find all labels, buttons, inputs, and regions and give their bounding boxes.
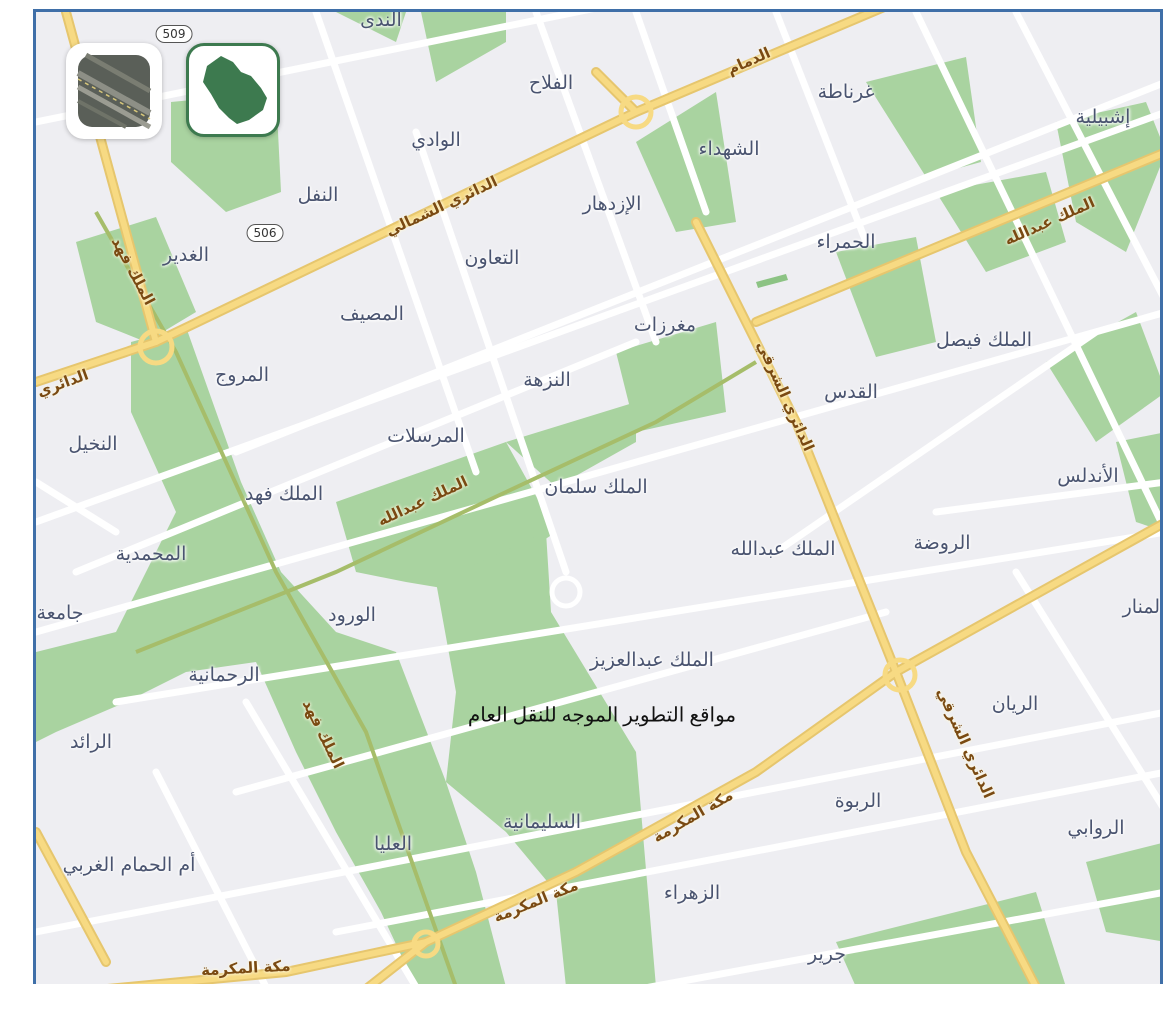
district-label: الحمراء (816, 231, 876, 253)
district-label: النزهة (523, 369, 571, 391)
district-label: جرير (808, 943, 846, 965)
district-label: المحمدية (115, 543, 187, 565)
district-label: المرسلات (387, 425, 465, 447)
district-label: الروابي (1067, 817, 1125, 839)
route-shield-509: 509 (155, 25, 193, 43)
district-label: الإزدهار (582, 193, 642, 215)
district-label: الأندلس (1057, 465, 1119, 487)
district-label: الفلاح (528, 72, 574, 94)
district-label: القدس (824, 381, 878, 403)
tod-sites-caption: مواقع التطوير الموجه للنقل العام (467, 704, 737, 727)
satellite-layer-button[interactable] (66, 43, 162, 139)
district-label: الورود (328, 604, 376, 626)
district-label: الرائد (69, 731, 113, 753)
route-shield-506: 506 (246, 224, 284, 242)
district-label: الربوة (834, 790, 882, 812)
district-label: الزهراء (663, 882, 721, 904)
satellite-imagery-icon (76, 52, 152, 130)
park-areas (36, 12, 1160, 984)
district-label: الندى (360, 9, 402, 31)
district-label: الرحمانية (188, 664, 260, 686)
district-label: جامعة (36, 602, 84, 624)
district-label: السليمانية (502, 811, 582, 833)
district-label: العليا (373, 833, 413, 855)
district-label: الوادي (411, 129, 461, 151)
district-label: المروج (215, 364, 269, 386)
district-label: الشهداء (698, 138, 760, 160)
region-layer-button[interactable] (186, 43, 280, 137)
district-label: إشبيلية (1075, 106, 1131, 128)
district-label: غرناطة (817, 81, 875, 103)
map-view[interactable]: 509 506 الندى الفلاح غرناطة إشبيلية الوا… (33, 9, 1163, 984)
district-label: أم الحمام الغربي (62, 854, 196, 876)
district-label: مغرزات (633, 314, 697, 336)
district-label: الغدير (163, 244, 209, 266)
district-label: الملك عبدالعزيز (590, 649, 714, 671)
district-label: الملك فيصل (935, 329, 1033, 351)
district-label: المنار (1122, 596, 1163, 618)
district-label: الملك سلمان (544, 476, 648, 498)
district-label: التعاون (464, 247, 520, 269)
district-label: الملك فهد (244, 483, 324, 505)
district-label: الملك عبدالله (730, 538, 836, 560)
district-label: النخيل (68, 433, 118, 455)
district-label: الريان (991, 693, 1039, 715)
district-label: المصيف (340, 303, 404, 325)
district-label: الروضة (913, 532, 971, 554)
district-label: النفل (297, 184, 339, 206)
saudi-arabia-map-icon (203, 56, 267, 124)
map-canvas[interactable] (36, 12, 1163, 984)
